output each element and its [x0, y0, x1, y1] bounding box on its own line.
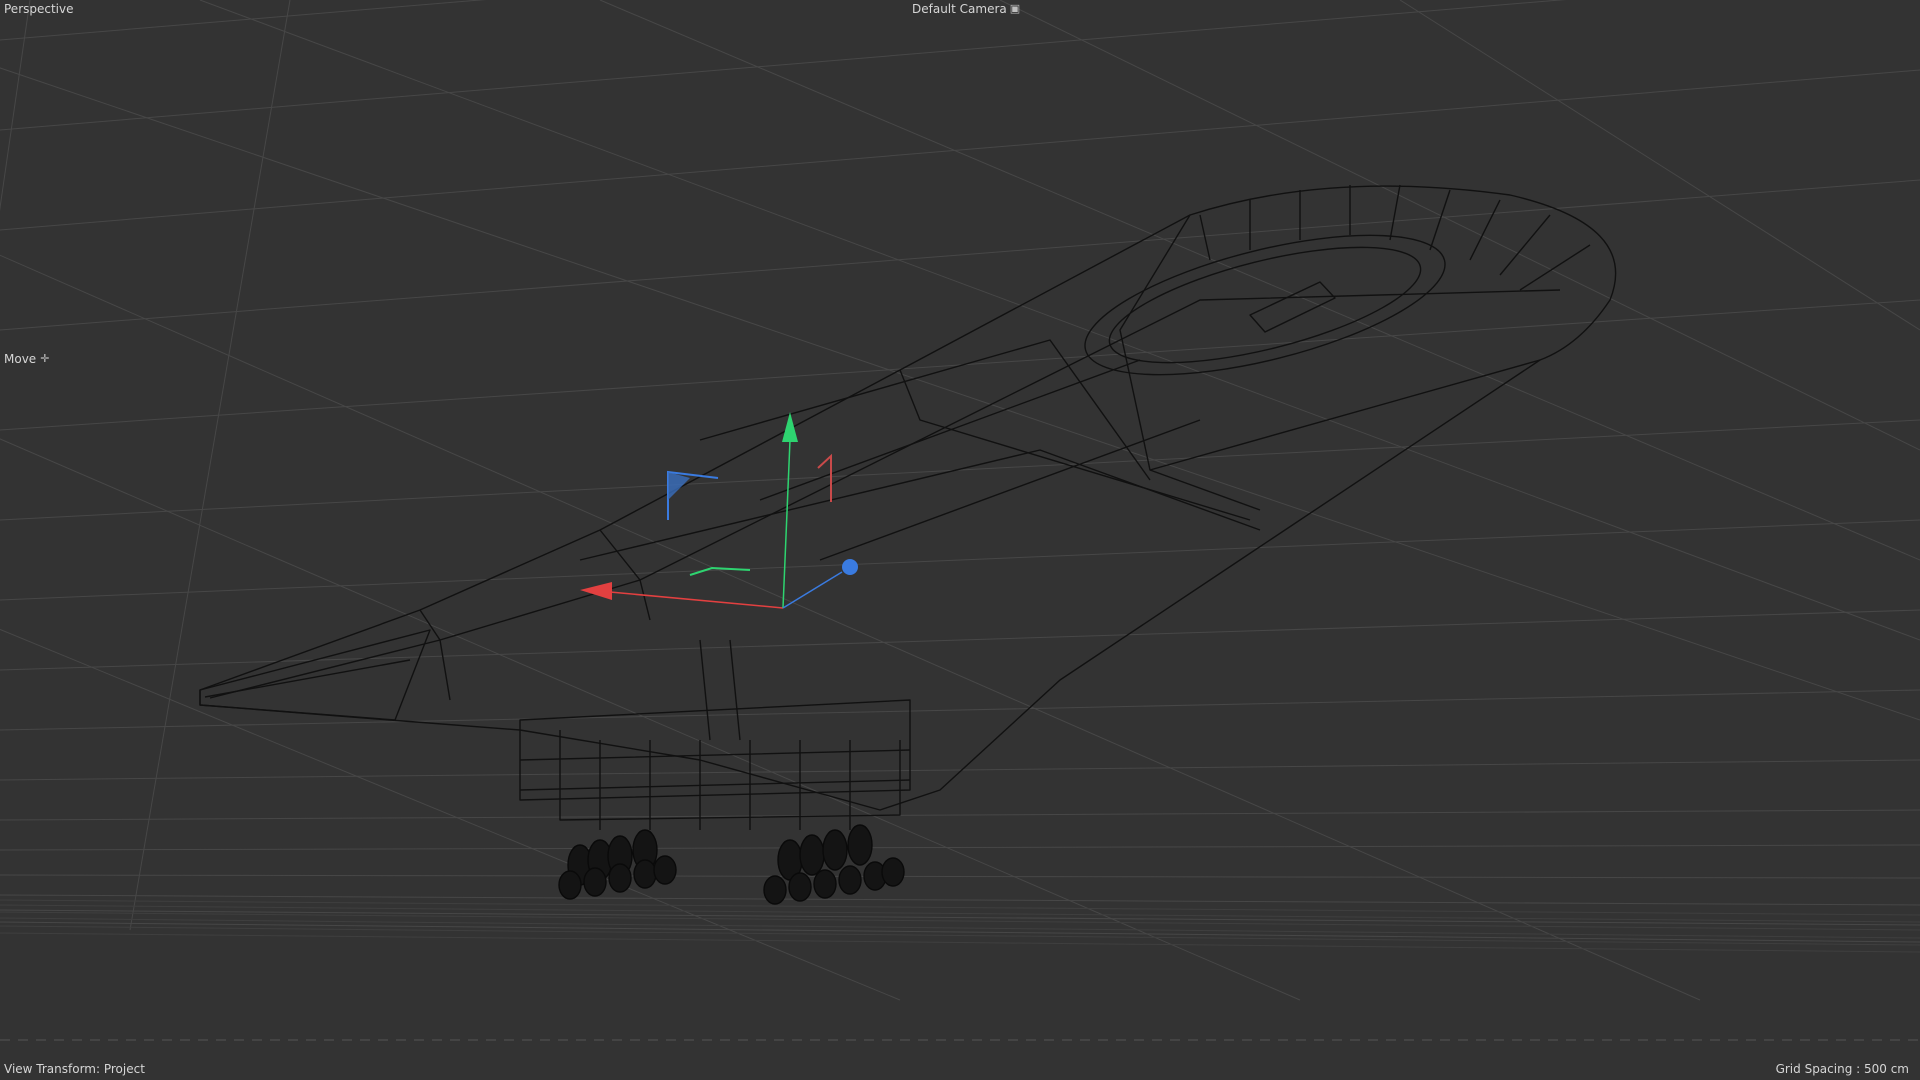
camera-icon[interactable]: ▣ [1010, 3, 1020, 15]
gizmo-y-axis[interactable] [782, 439, 791, 609]
landing-gear-left [558, 829, 677, 900]
grid-horizon-band [0, 899, 1920, 953]
ground-grid [0, 0, 1920, 1001]
active-tool-indicator: Move ✛ [4, 352, 49, 366]
view-transform-label: View Transform: Project [4, 1062, 145, 1076]
3d-viewport[interactable]: Perspective Default Camera ▣ Move ✛ View… [0, 0, 1920, 1080]
gizmo-yz-plane[interactable] [817, 453, 832, 502]
camera-name-label[interactable]: Default Camera [912, 2, 1007, 16]
gizmo-z-axis[interactable] [782, 571, 843, 609]
grid-spacing-label: Grid Spacing : 500 cm [1775, 1062, 1909, 1076]
active-tool-label: Move [4, 352, 37, 366]
move-icon: ✛ [40, 352, 50, 365]
gizmo-z-handle[interactable] [842, 559, 858, 575]
landing-gear-right [763, 824, 905, 905]
gizmo-x-axis[interactable] [609, 591, 784, 609]
view-name-label[interactable]: Perspective [4, 2, 74, 16]
viewport-scene[interactable] [0, 0, 1920, 1080]
gizmo-x-arrowhead[interactable] [580, 582, 612, 600]
camera-menu[interactable]: Default Camera ▣ [912, 2, 1020, 16]
gizmo-xz-plane[interactable] [689, 566, 751, 576]
move-gizmo[interactable] [580, 412, 858, 609]
